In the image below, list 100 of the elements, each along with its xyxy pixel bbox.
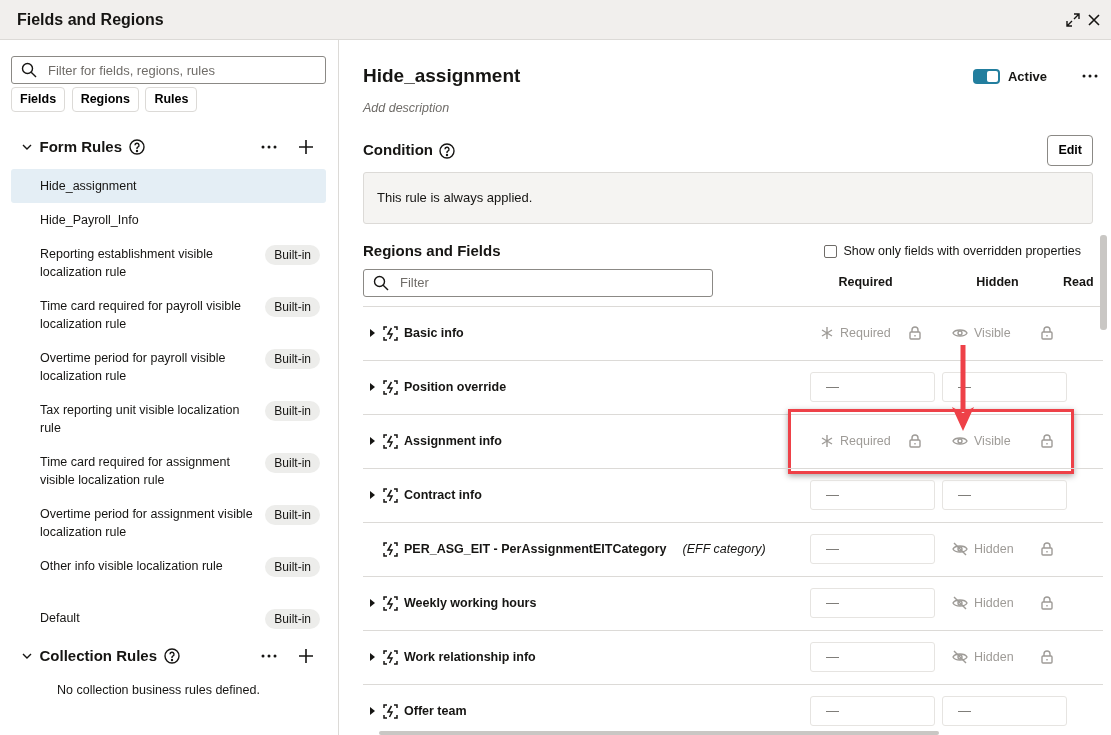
property-status: Visible [974, 324, 1012, 342]
rule-label: Default [40, 609, 80, 627]
column-header: Hidden [975, 274, 1020, 292]
asterisk-icon [820, 434, 834, 448]
built-in-badge: Built-in [265, 348, 320, 369]
region-icon [383, 541, 398, 557]
caret-icon[interactable] [369, 599, 375, 607]
region-name: Basic info [404, 324, 464, 342]
eye-icon [952, 327, 968, 339]
eye-icon [952, 435, 968, 447]
rule-label: Overtime period for payroll visible localization rule [40, 349, 227, 385]
help-icon [128, 139, 145, 156]
region-name: Position override [404, 378, 507, 396]
property-status: Required [840, 324, 892, 342]
lock-icon [1041, 596, 1053, 610]
rule-label: Reporting establishment visible localization rule [40, 245, 214, 281]
region-icon [383, 703, 398, 719]
filter-chip[interactable]: Rules [145, 87, 198, 112]
section-title: Condition [363, 140, 433, 161]
dropdown-field[interactable]: — [810, 588, 935, 618]
built-in-badge: Built-in [265, 608, 320, 629]
rule-item[interactable]: Time card required for assignment visible localization rule Built-in [11, 444, 326, 497]
built-in-badge: Built-in [265, 504, 320, 525]
rule-item[interactable]: Tax reporting unit visible localization rule Built-in [11, 392, 326, 445]
caret-icon[interactable] [369, 437, 375, 445]
eye-off-icon [952, 542, 968, 556]
help-icon [163, 647, 180, 664]
section-title: Collection Rules [39, 645, 158, 666]
filter-field[interactable]: Filter [363, 268, 713, 297]
rule-label: Time card required for assignment visible localization rule [40, 453, 231, 489]
filter-chip[interactable]: Fields [11, 87, 66, 112]
lock-icon [1041, 434, 1053, 448]
scrollbar[interactable] [1100, 235, 1107, 330]
rule-label: Time card required for payroll visible localization rule [40, 297, 242, 333]
dropdown-field[interactable]: — [810, 372, 935, 402]
rule-item[interactable]: Hide_assignment [11, 168, 326, 203]
built-in-badge: Built-in [265, 556, 320, 577]
dropdown-field[interactable]: — [810, 480, 935, 510]
property-status: Hidden [974, 594, 1015, 612]
lock-icon [1041, 542, 1053, 556]
description-link[interactable]: Add description [363, 98, 1111, 118]
condition-text: This rule is always applied. [377, 189, 533, 208]
help-icon [439, 142, 456, 159]
active-toggle[interactable] [972, 68, 1000, 84]
more-icon[interactable] [259, 652, 278, 659]
more-icon[interactable] [259, 144, 278, 151]
lock-icon [909, 434, 921, 448]
rule-title: Hide_assignment [363, 64, 521, 88]
add-icon[interactable] [298, 139, 314, 156]
caret-icon[interactable] [369, 383, 375, 391]
caret-icon[interactable] [369, 707, 375, 715]
rule-item[interactable]: Default Built-in [11, 600, 326, 637]
caret-icon[interactable] [369, 653, 375, 661]
dropdown-field[interactable]: — [942, 696, 1067, 726]
region-name: PER_ASG_EIT - PerAssignmentEITCategory [404, 540, 667, 558]
eye-off-icon [952, 650, 968, 664]
empty-message: No collection business rules defined. [56, 682, 261, 699]
rule-label: Overtime period for assignment visible localization rule [40, 505, 254, 541]
expand-icon[interactable] [1064, 11, 1081, 28]
column-header: Read [1063, 274, 1094, 292]
window-title: Fields and Regions [17, 9, 164, 30]
rule-item[interactable]: Hide_Payroll_Info [11, 202, 326, 237]
region-name: Work relationship info [404, 648, 536, 666]
scrollbar[interactable] [379, 731, 939, 735]
dropdown-field[interactable]: — [810, 642, 935, 672]
region-name: Contract info [404, 486, 482, 504]
region-icon [383, 487, 398, 503]
checkbox[interactable] [824, 244, 838, 258]
rule-item[interactable]: Time card required for payroll visible localization rule Built-in [11, 288, 326, 341]
rule-item[interactable]: Overtime period for assignment visible localization rule Built-in [11, 496, 326, 549]
dropdown-field[interactable]: — [942, 480, 1067, 510]
rule-label: Other info visible localization rule [40, 557, 223, 575]
region-icon [383, 379, 398, 395]
rule-item[interactable]: Other info visible localization rule Built-in [11, 548, 326, 601]
lock-icon [909, 326, 921, 340]
built-in-badge: Built-in [265, 452, 320, 473]
caret-icon[interactable] [369, 491, 375, 499]
caret-icon[interactable] [369, 329, 375, 337]
property-status: Visible [974, 432, 1012, 450]
column-header: Required [837, 274, 894, 292]
region-icon [383, 433, 398, 449]
close-icon[interactable] [1087, 12, 1101, 27]
region-name: Weekly working hours [404, 594, 537, 612]
lock-icon [1041, 650, 1053, 664]
rule-item[interactable]: Reporting establishment visible localization rule Built-in [11, 236, 326, 289]
property-status: Hidden [974, 540, 1015, 558]
built-in-badge: Built-in [265, 244, 320, 265]
built-in-badge: Built-in [265, 296, 320, 317]
filter-chip[interactable]: Regions [71, 87, 139, 112]
edit-button[interactable]: Edit [1047, 135, 1093, 166]
add-icon[interactable] [298, 647, 314, 664]
built-in-badge: Built-in [265, 400, 320, 421]
property-status: Required [840, 432, 892, 450]
dropdown-field[interactable]: — [810, 696, 935, 726]
toggle-label: Active [1007, 67, 1047, 86]
search-field[interactable]: Filter for fields, regions, rules [11, 56, 326, 84]
region-icon [383, 595, 398, 611]
more-icon[interactable] [1081, 73, 1099, 80]
rule-item[interactable]: Overtime period for payroll visible localization rule Built-in [11, 340, 326, 393]
dropdown-field[interactable]: — [810, 534, 935, 564]
